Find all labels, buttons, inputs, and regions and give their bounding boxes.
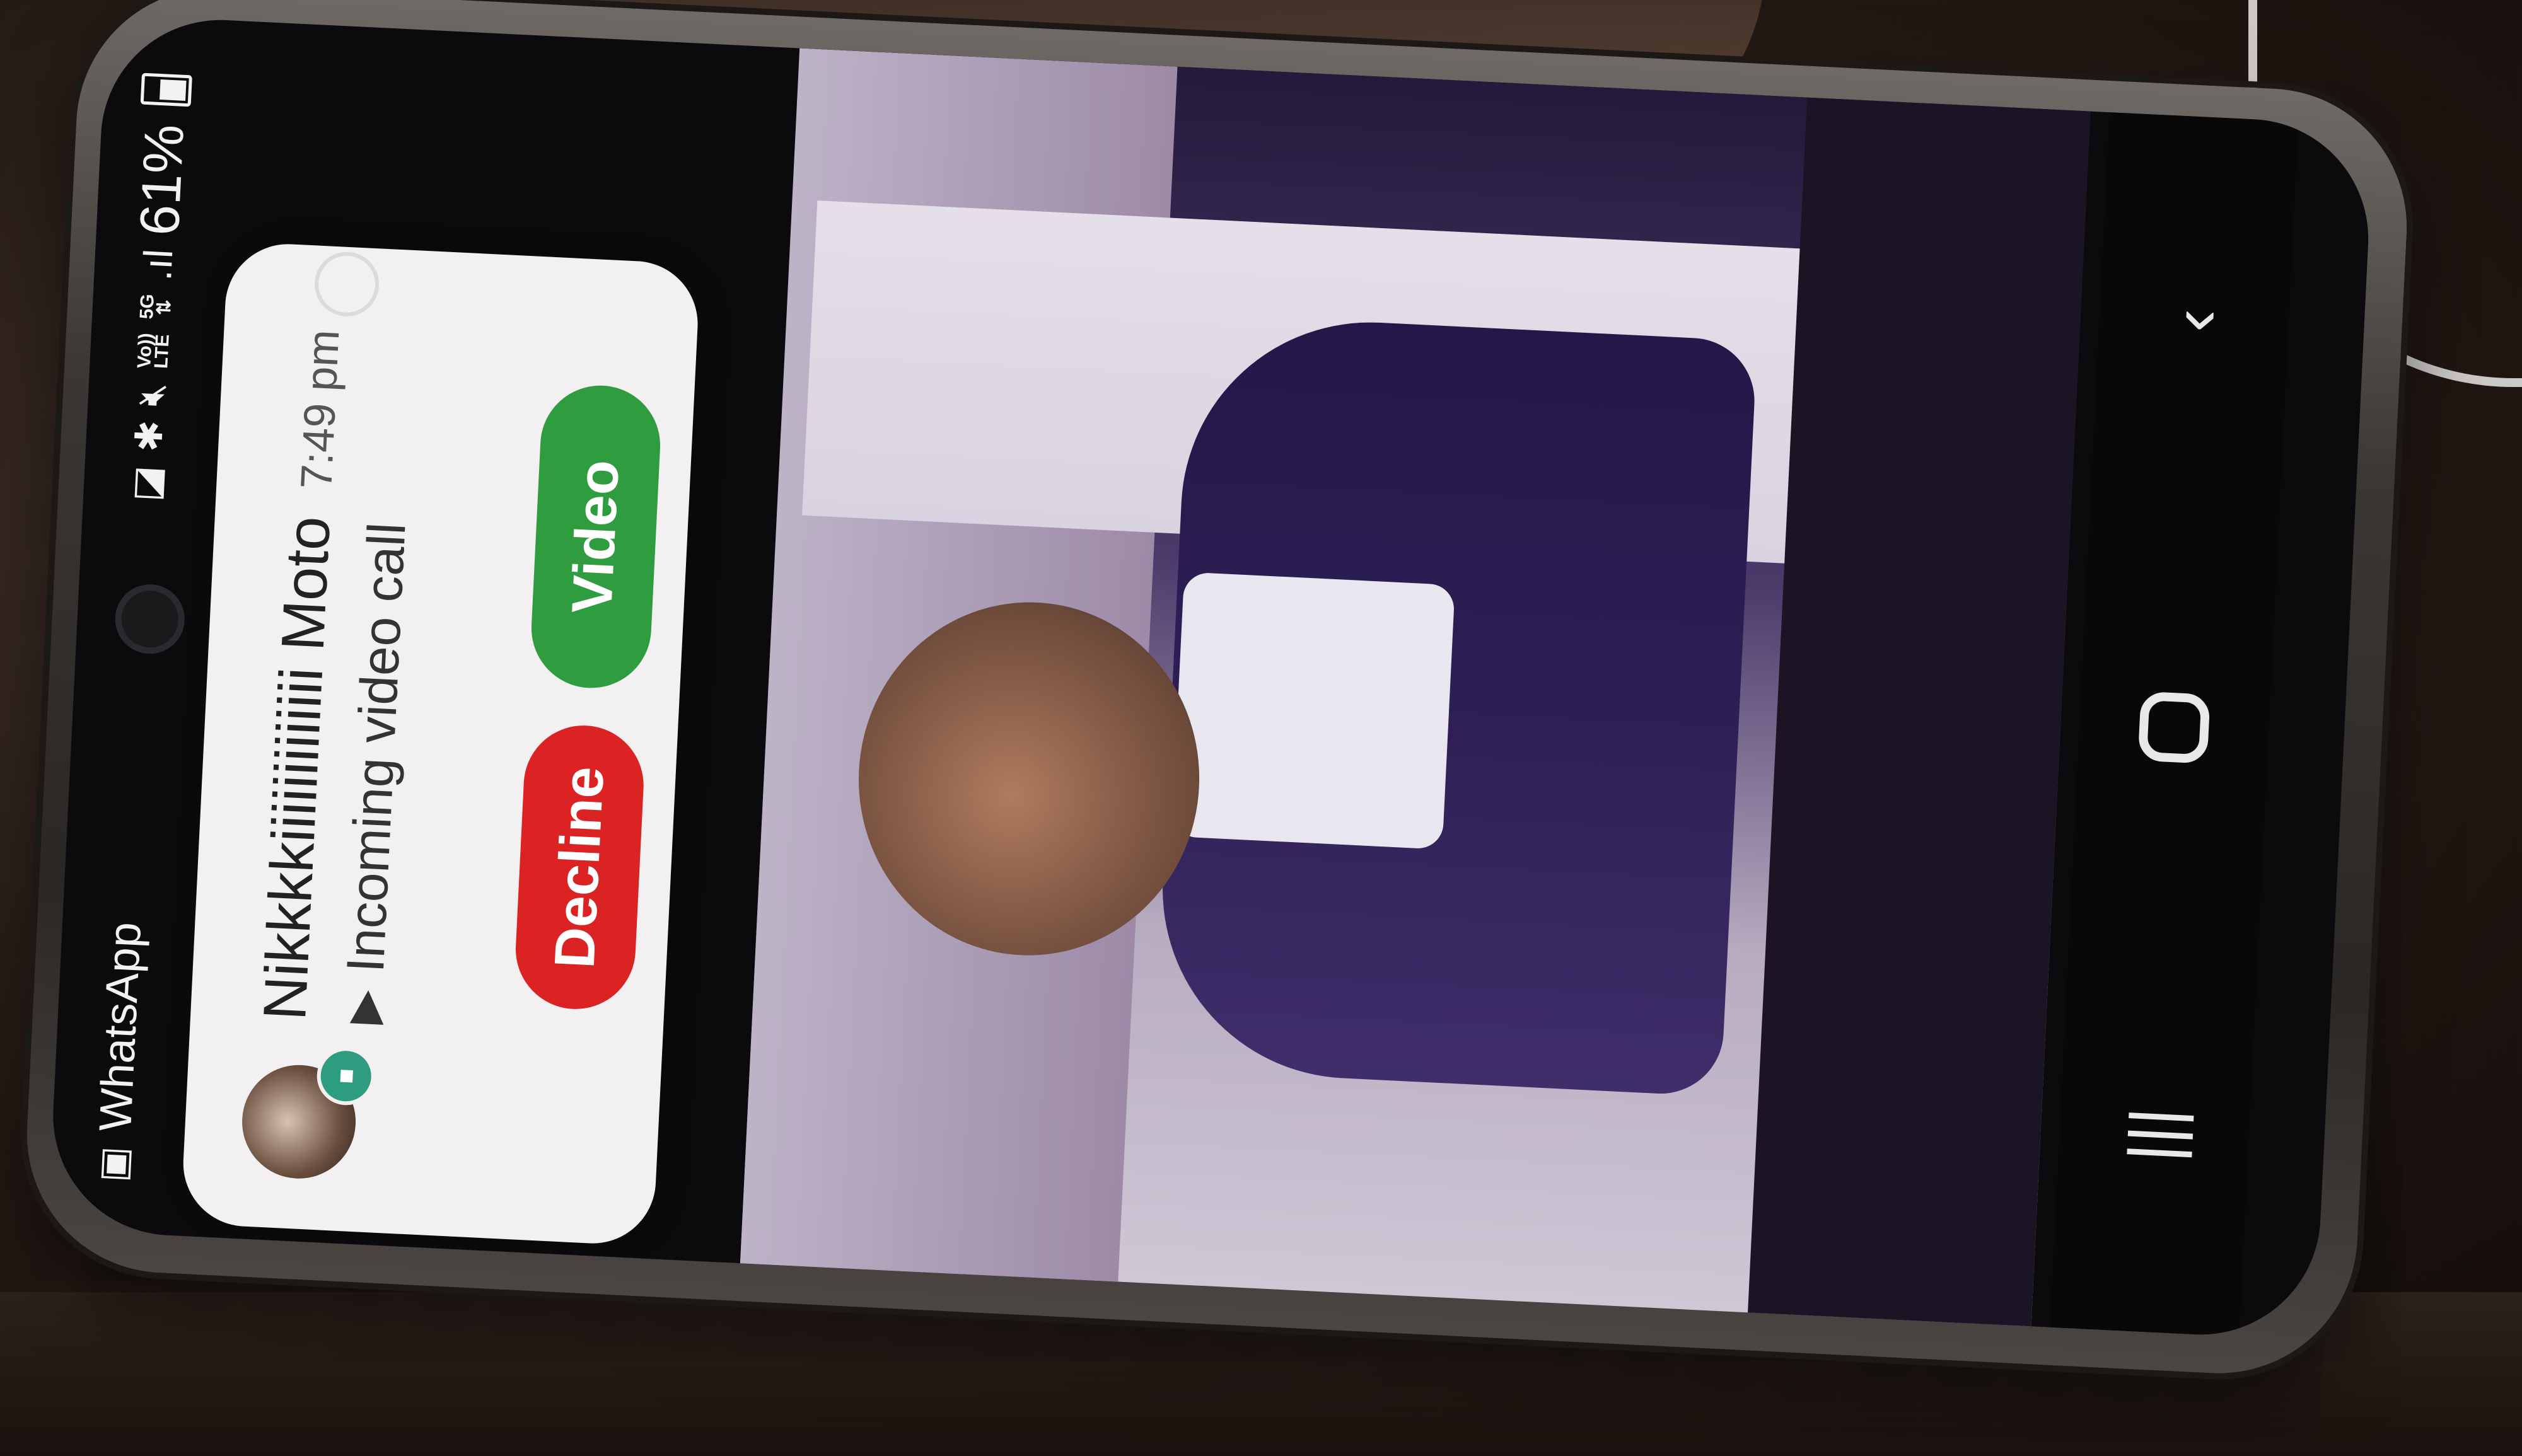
app-name: WhatsApp (90, 921, 151, 1133)
status-left: ▣ WhatsApp (87, 921, 151, 1183)
recents-button[interactable]: ||| (2088, 1068, 2221, 1201)
back-button[interactable]: ‹ (2128, 255, 2260, 387)
whatsapp-icon: ▣ (91, 1145, 136, 1184)
videocam-icon: ▶ (338, 988, 389, 1026)
preview-collar (1171, 572, 1455, 850)
decline-button[interactable]: Decline (513, 722, 647, 1012)
home-icon (2137, 691, 2211, 764)
accept-video-button[interactable]: Video (528, 383, 663, 691)
phone: ▣ WhatsApp ◪ ✱ 🔇︎ Vo)) LTE 5G ⇅ .ıl 61% … (20, 0, 2414, 1380)
back-icon: ‹ (2154, 307, 2234, 334)
caller-name: Nikkkkiiiiiiiiiiiii Moto (250, 514, 343, 1022)
5g-badge: 5G ⇅ (136, 293, 175, 320)
camera-preview (740, 48, 2091, 1333)
recents-icon: ||| (2114, 1106, 2195, 1164)
screen-content: ▣ WhatsApp ◪ ✱ 🔇︎ Vo)) LTE 5G ⇅ .ıl 61% … (47, 14, 2374, 1341)
signal-icon: .ıl (134, 248, 182, 282)
home-button[interactable] (2108, 662, 2240, 794)
subtitle-line: ▶ Incoming video call (332, 521, 418, 1026)
status-right: ◪ ✱ 🔇︎ Vo)) LTE 5G ⇅ .ıl 61% (114, 72, 199, 503)
phone-screen: ▣ WhatsApp ◪ ✱ 🔇︎ Vo)) LTE 5G ⇅ .ıl 61% … (47, 14, 2374, 1341)
mute-icon: 🔇︎ (129, 381, 173, 408)
incoming-call-notification[interactable]: ■ Nikkkkiiiiiiiiiiiii Moto 7:49 pm ▶ Inc… (180, 241, 701, 1247)
battery-percent: 61% (127, 122, 196, 237)
navigation-bar: ||| ‹ (2049, 112, 2299, 1341)
bluetooth-icon: ✱ (127, 419, 171, 453)
nfc-icon: ◪ (124, 465, 169, 503)
preview-dark-area (1747, 97, 2091, 1333)
battery-icon (140, 72, 192, 107)
call-subtitle: Incoming video call (335, 521, 417, 974)
timer-icon (313, 250, 381, 318)
volte-badge: Vo)) LTE (134, 332, 173, 369)
call-time: 7:49 pm (291, 328, 349, 490)
